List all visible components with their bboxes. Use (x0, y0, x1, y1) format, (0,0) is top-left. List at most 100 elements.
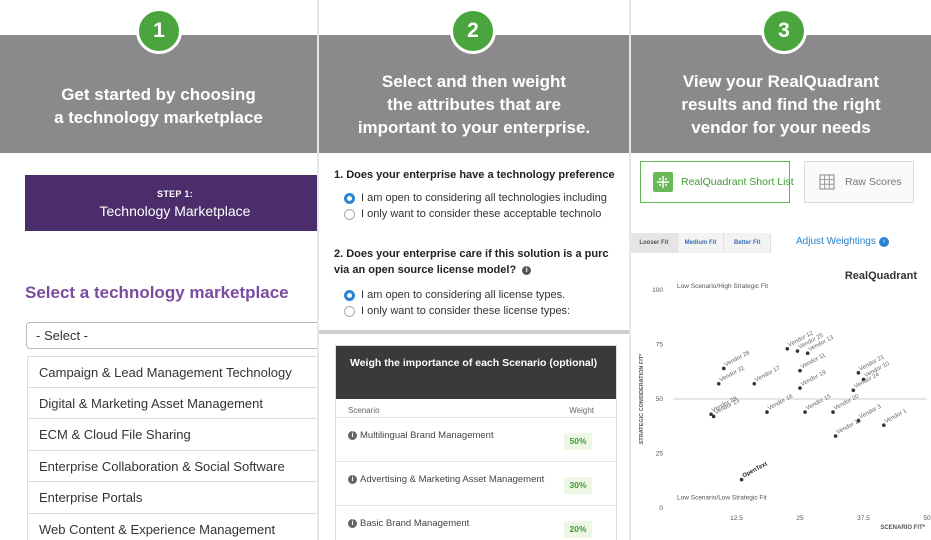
info-icon[interactable]: i (348, 430, 357, 440)
step-2-title-line-2: the attributes that are (387, 95, 561, 114)
section-divider (319, 330, 629, 334)
radio-icon[interactable] (344, 208, 355, 220)
q1-option-acceptable[interactable]: I only want to consider these acceptable… (344, 208, 601, 220)
question-2-line-2: via an open source license model? i (334, 262, 532, 279)
x-tick-label: 25 (796, 515, 804, 522)
list-item[interactable]: Campaign & Lead Management Technology (27, 356, 317, 388)
list-item[interactable]: Enterprise Portals (27, 482, 317, 514)
step-2-title-line-3: important to your enterprise. (357, 118, 591, 137)
q1-option-all[interactable]: I am open to considering all technologie… (344, 192, 607, 204)
q2-option-these[interactable]: I only want to consider these license ty… (344, 305, 570, 317)
x-axis-label: SCENARIO FIT* (880, 525, 925, 531)
x-tick-label: 50 (923, 515, 931, 522)
tab-medium-fit[interactable]: Medium Fit (677, 233, 725, 253)
scenario-name: i Basic Brand Management (348, 518, 469, 529)
q2-option-all-label: I am open to considering all license typ… (361, 289, 566, 301)
vendor-point (722, 366, 726, 371)
vendor-point (716, 381, 721, 386)
scenario-name-text: Multilingual Brand Management (360, 430, 494, 441)
vendor-point (856, 371, 861, 375)
col-weight: Weight (569, 406, 594, 415)
vendor-label: Vendor 19 (800, 369, 828, 387)
info-icon[interactable]: i (348, 518, 357, 528)
arrow-right-icon: › (878, 236, 889, 247)
radio-selected-icon[interactable] (344, 289, 355, 301)
table-row: i Multilingual Brand Management 50% (336, 417, 616, 461)
question-2-line-2-text: via an open source license model? (334, 264, 517, 276)
step-title: Technology Marketplace (99, 203, 251, 219)
vendor-point (795, 349, 800, 353)
tab-looser-fit[interactable]: Looser Fit (631, 233, 678, 253)
step-label: STEP 1: (157, 189, 193, 199)
y-tick-label: 100 (652, 287, 663, 294)
scenario-name: i Advertising & Marketing Asset Managemen… (348, 474, 544, 485)
x-tick-label: 37.5 (857, 515, 870, 522)
step-1-panel: Get started by choosing a technology mar… (0, 0, 317, 540)
step-3-title-line-3: vendor for your needs (691, 118, 871, 137)
vendor-label: Vendor 1 (884, 408, 909, 425)
vendor-point (765, 410, 769, 414)
vendor-label: Vendor 28 (724, 350, 752, 368)
step-1-title-line-1: Get started by choosing (61, 85, 256, 104)
info-icon[interactable]: i (522, 265, 532, 275)
list-item[interactable]: ECM & Cloud File Sharing (27, 419, 317, 451)
q1-option-all-label: I am open to considering all technologie… (361, 192, 607, 204)
corner-label-bottom: Low Scenario/Low Strategic Fit (677, 494, 767, 501)
step-3-number-badge: 3 (761, 8, 807, 54)
vendor-point (785, 347, 790, 351)
vendor-label: Vendor 22 (836, 417, 864, 435)
grid-icon (817, 172, 837, 192)
radio-icon[interactable] (344, 305, 355, 317)
vendor-label: Vendor 11 (800, 352, 827, 370)
list-item[interactable]: Web Content & Experience Management (27, 513, 317, 540)
marketplace-select[interactable]: - Select - (26, 322, 317, 349)
table-row: i Advertising & Marketing Asset Managemen… (336, 461, 616, 505)
vendor-point (805, 351, 810, 356)
vendor-label: Vendor 16 (767, 393, 795, 411)
quadrant-icon (653, 172, 673, 192)
list-item[interactable]: Enterprise Collaboration & Social Softwa… (27, 450, 317, 482)
list-item[interactable]: Digital & Marketing Asset Management (27, 387, 317, 419)
vendor-point (739, 477, 744, 482)
step-1-number-badge: 1 (136, 8, 182, 54)
vendor-point (882, 423, 886, 427)
scenario-name: i Multilingual Brand Management (348, 430, 494, 441)
y-axis-label: STRATEGIC CONSIDERATION FIT* (639, 353, 645, 444)
realquadrant-chart: Low Scenario/High Strategic Fit Low Scena… (639, 283, 931, 531)
vendor-label: Vendor 3 (859, 404, 884, 421)
x-tick-label: 12.5 (730, 515, 743, 522)
y-tick-label: 0 (659, 505, 663, 512)
info-icon[interactable]: i (348, 474, 357, 484)
tab-short-list-label: RealQuadrant Short List (681, 176, 794, 188)
q2-option-all[interactable]: I am open to considering all license typ… (344, 289, 565, 301)
marketplace-heading: Select a technology marketplace (25, 283, 289, 302)
corner-label-top: Low Scenario/High Strategic Fit (677, 283, 768, 290)
adjust-weightings-label: Adjust Weightings (796, 236, 876, 247)
scenario-name-text: Advertising & Marketing Asset Management (360, 474, 545, 485)
tab-realquadrant-short-list[interactable]: RealQuadrant Short List (640, 161, 794, 203)
fit-tabs: Looser Fit Medium Fit Better Fit (631, 233, 772, 253)
vendor-point (798, 368, 802, 373)
tab-better-fit[interactable]: Better Fit (724, 233, 772, 253)
tab-raw-scores[interactable]: Raw Scores (804, 161, 914, 203)
weight-value[interactable]: 30% (564, 477, 592, 494)
weight-value[interactable]: 50% (564, 433, 592, 450)
vendor-point (803, 410, 807, 414)
tab-raw-scores-label: Raw Scores (845, 176, 902, 188)
step-3-title-line-1: View your RealQuadrant (682, 72, 880, 91)
scenario-weight-card: Weigh the importance of each Scenario (o… (335, 345, 617, 540)
vendor-label: Vendor 17 (754, 365, 782, 383)
marketplace-list: Campaign & Lead Management Technology Di… (27, 356, 317, 540)
vendor-point (711, 414, 716, 419)
radio-selected-icon[interactable] (344, 192, 355, 204)
scenario-name-text: Basic Brand Management (360, 518, 470, 529)
weight-value[interactable]: 20% (564, 521, 592, 538)
step-3-title-line-2: results and find the right (681, 95, 881, 114)
y-tick-label: 75 (656, 342, 664, 349)
table-row: i Basic Brand Management 20% (336, 505, 616, 540)
vendor-point (831, 410, 835, 414)
question-2-line-1: 2. Does your enterprise care if this sol… (334, 248, 609, 260)
vendor-point (798, 386, 802, 390)
question-1: 1. Does your enterprise have a technolog… (334, 169, 615, 181)
adjust-weightings-link[interactable]: Adjust Weightings › (796, 236, 889, 247)
